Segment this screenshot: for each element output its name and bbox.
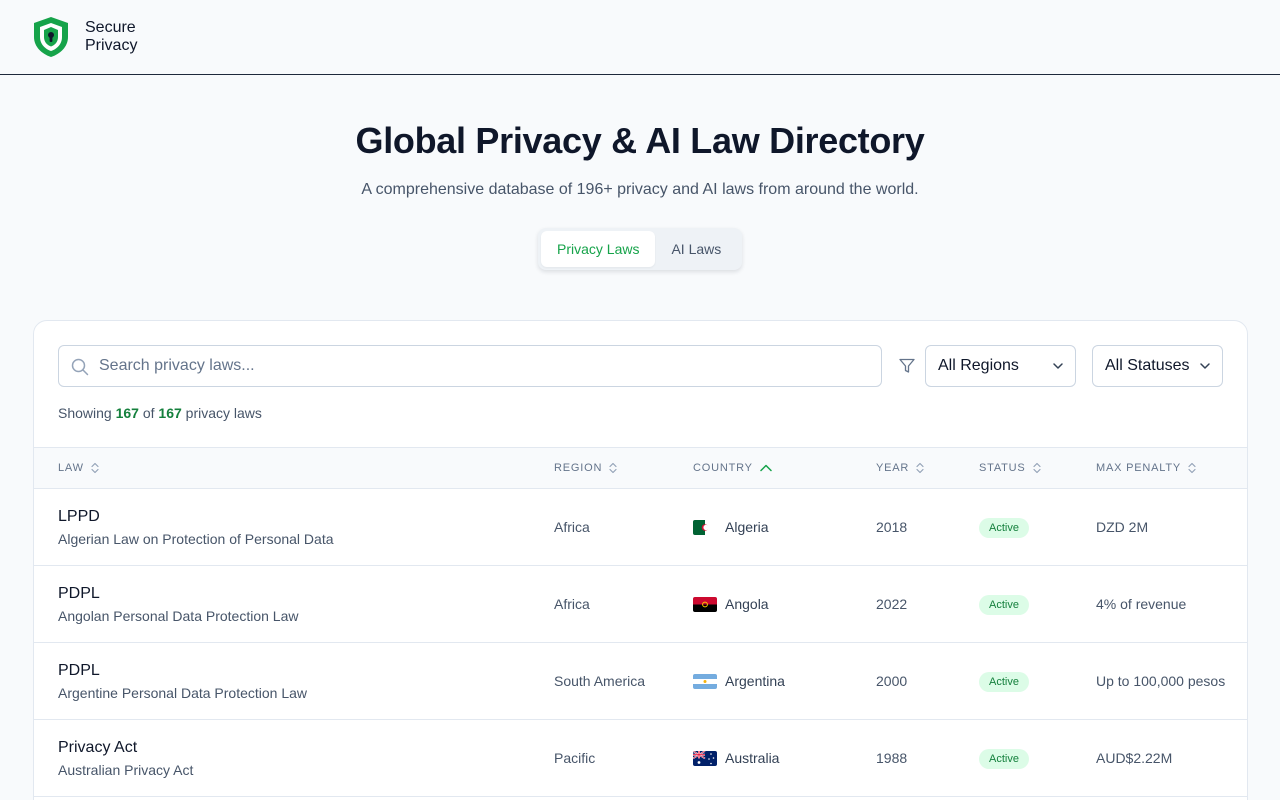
region-cell: Pacific [554,750,596,766]
law-short-name: LPPD [58,508,100,525]
column-country[interactable]: COUNTRY [693,448,773,488]
region-cell: South America [554,673,646,689]
chevron-down-icon [1053,363,1063,369]
shield-logo-icon [34,17,68,57]
region-cell: Africa [554,596,590,612]
sort-icon [916,462,924,474]
results-prefix: Showing [58,405,112,421]
law-full-name: Australian Privacy Act [58,762,194,778]
tab-ai-laws[interactable]: AI Laws [655,231,737,267]
penalty-cell: DZD 2M [1096,519,1149,535]
penalty-cell: AUD$2.22M [1096,750,1173,766]
law-full-name: Angolan Personal Data Protection Law [58,608,299,624]
country-cell: Argentina [725,673,785,689]
top-bar: Secure Privacy [0,0,1280,75]
status-badge: Active [979,672,1029,692]
table-row[interactable]: PDPL Angolan Personal Data Protection La… [34,566,1247,643]
australia-flag-icon [693,751,717,766]
tab-privacy-laws[interactable]: Privacy Laws [541,231,656,267]
status-badge: Active [979,595,1029,615]
status-badge: Active [979,518,1029,538]
algeria-flag-icon [693,520,717,535]
chevron-down-icon [1200,363,1210,369]
law-full-name: Algerian Law on Protection of Personal D… [58,531,334,547]
brand-line-1: Secure [85,19,136,36]
results-of: of [142,405,155,421]
penalty-cell: 4% of revenue [1096,596,1187,612]
column-max-penalty[interactable]: MAX PENALTY [1096,448,1197,488]
table-row[interactable]: Privacy Act Australian Privacy Act Pacif… [34,720,1247,797]
year-cell: 2022 [876,596,908,612]
year-cell: 1988 [876,750,908,766]
column-status[interactable]: STATUS [979,448,1042,488]
laws-table-card: All Regions All Statuses Showing 167 of … [33,320,1248,800]
brand-line-2: Privacy [85,37,138,54]
column-year[interactable]: YEAR [876,448,925,488]
sort-icon [609,462,617,474]
law-short-name: PDPL [58,585,100,602]
results-shown: 167 [115,405,139,421]
law-full-name: Argentine Personal Data Protection Law [58,685,308,701]
law-short-name: Privacy Act [58,739,138,756]
filter-icon [899,358,915,373]
sort-icon [91,462,99,474]
law-type-tabs: Privacy Laws AI Laws [538,228,742,270]
country-cell: Australia [725,750,780,766]
year-cell: 2000 [876,673,908,689]
country-cell: Algeria [725,519,769,535]
region-select[interactable]: All Regions [925,345,1076,387]
sort-icon [1032,462,1041,474]
page-title: Global Privacy & AI Law Directory [355,120,925,161]
law-short-name: PDPL [58,662,100,679]
sort-icon [1188,462,1196,474]
results-total: 167 [158,405,182,421]
search-input[interactable] [99,346,869,386]
argentina-flag-icon [693,674,717,689]
results-suffix: privacy laws [185,405,262,421]
year-cell: 2018 [876,519,908,535]
column-law[interactable]: LAW [58,448,100,488]
search-icon [71,358,89,376]
region-cell: Africa [554,519,590,535]
status-badge: Active [979,749,1029,769]
penalty-cell: Up to 100,000 pesos [1096,673,1226,689]
region-select-value: All Regions [938,357,1019,374]
brand-logo[interactable]: Secure Privacy [31,15,137,59]
status-select-value: All Statuses [1105,357,1190,374]
country-cell: Angola [725,596,769,612]
table-header: LAW REGION COUNTRY YEAR STATUS MAX PENAL… [34,447,1247,489]
sort-ascending-icon [760,464,772,472]
column-region[interactable]: REGION [554,448,618,488]
search-box [58,345,882,387]
status-select[interactable]: All Statuses [1092,345,1223,387]
angola-flag-icon [693,597,717,612]
table-row[interactable]: PDPL Argentine Personal Data Protection … [34,643,1247,720]
page-subtitle: A comprehensive database of 196+ privacy… [361,181,919,198]
table-row[interactable]: LPPD Algerian Law on Protection of Perso… [34,489,1247,566]
results-count: Showing 167 of 167 privacy laws [58,405,262,421]
